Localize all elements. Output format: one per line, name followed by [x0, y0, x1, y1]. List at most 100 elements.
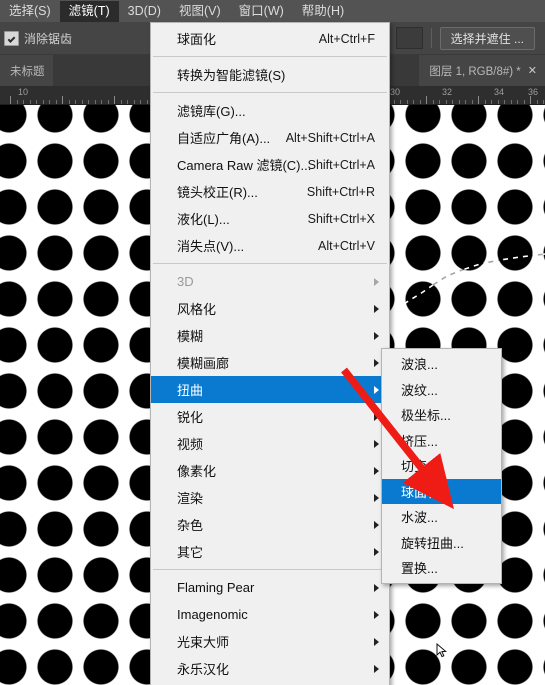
menu-item-label: Imagenomic [177, 607, 248, 622]
menu-separator [153, 569, 387, 570]
select-and-mask-button[interactable]: 选择并遮住 ... [439, 26, 535, 50]
menu-item[interactable]: 液化(L)... Shift+Ctrl+X [151, 205, 389, 232]
menu-item-shortcut: Shift+Ctrl+X [307, 211, 375, 226]
ruler-tick-minor [36, 100, 37, 104]
menu-item[interactable]: 模糊画廊 [151, 349, 389, 376]
menu-item-label: 锐化 [177, 410, 204, 425]
menu-item[interactable]: Flaming Pear [151, 574, 389, 601]
menu-item-label: 渲染 [177, 491, 204, 506]
ruler-tick-minor [121, 100, 122, 104]
ruler-tick-minor [537, 100, 538, 104]
menu-item-label: 杂色 [177, 518, 204, 533]
chevron-right-icon [374, 493, 379, 502]
menubar-item-view[interactable]: 视图(V) [170, 1, 230, 22]
menu-item-label: 其它 [177, 545, 204, 560]
menubar-item-select[interactable]: 选择(S) [0, 1, 60, 22]
menu-item[interactable]: 扭曲 [151, 376, 389, 403]
options-divider [430, 28, 432, 48]
menu-item-shortcut: Shift+Ctrl+A [307, 157, 375, 172]
menu-separator [153, 56, 387, 57]
menu-item[interactable]: 模糊 [151, 322, 389, 349]
submenu-item[interactable]: 球面化... [382, 478, 501, 504]
menu-item-shortcut: Alt+Ctrl+F [318, 31, 375, 46]
ruler-tick-minor [400, 100, 401, 104]
submenu-item-label: 切变... [401, 459, 438, 475]
menu-item[interactable]: 球面化 Alt+Ctrl+F [151, 25, 389, 52]
ruler-label: 10 [18, 87, 29, 97]
menu-item[interactable]: 转换为智能滤镜(S) [151, 61, 389, 88]
menu-item[interactable]: Camera Raw 滤镜(C)... Shift+Ctrl+A [151, 151, 389, 178]
menu-item[interactable]: 风格化 [151, 295, 389, 322]
ruler-tick-minor [491, 100, 492, 104]
menu-item-shortcut: Shift+Ctrl+R [306, 184, 375, 199]
ruler-tick-minor [69, 100, 70, 104]
ruler-label: 30 [390, 87, 401, 97]
menu-item-label: 转换为智能滤镜(S) [177, 68, 286, 83]
menubar-item-window[interactable]: 窗口(W) [230, 1, 293, 22]
ruler-label: 32 [442, 87, 453, 97]
menu-item[interactable]: 自适应广角(A)... Alt+Shift+Ctrl+A [151, 124, 389, 151]
chevron-right-icon [374, 664, 379, 673]
menu-item-label: 模糊画廊 [177, 356, 230, 371]
menu-item-label: Flaming Pear [177, 580, 255, 595]
ruler-tick-minor [446, 100, 447, 104]
submenu-item[interactable]: 极坐标... [382, 402, 501, 428]
menu-item[interactable]: 像素化 [151, 457, 389, 484]
menubar-item-help[interactable]: 帮助(H) [293, 1, 353, 22]
submenu-item[interactable]: 水波... [382, 504, 501, 530]
menu-separator [153, 263, 387, 264]
ruler-tick-minor [517, 100, 518, 104]
filter-menu[interactable]: 球面化 Alt+Ctrl+F 转换为智能滤镜(S) 滤镜库(G)... 自适应广角(A)… [150, 22, 390, 685]
submenu-item[interactable]: 挤压... [382, 428, 501, 454]
submenu-item[interactable]: 切变... [382, 453, 501, 479]
ruler-tick-major [62, 96, 63, 104]
antialias-checkbox[interactable] [4, 30, 19, 46]
menu-item-label: 3D [177, 274, 194, 289]
chevron-right-icon [374, 358, 379, 367]
menu-item[interactable]: 永乐汉化 [151, 655, 389, 682]
ruler-tick-minor [17, 100, 18, 104]
menu-item[interactable]: 其它 [151, 538, 389, 565]
chevron-right-icon [374, 547, 379, 556]
menu-item[interactable]: 渲染 [151, 484, 389, 511]
ruler-tick-minor [140, 100, 141, 104]
submenu-item[interactable]: 波浪... [382, 351, 501, 377]
submenu-item[interactable]: 置换... [382, 555, 501, 581]
menu-item[interactable]: Imagenomic [151, 601, 389, 628]
distort-submenu[interactable]: 波浪... 波纹... 极坐标... 挤压... 切变... 球面化... 水波... 旋转扭… [381, 348, 502, 584]
ruler-tick-minor [511, 100, 512, 104]
submenu-item-label: 波纹... [401, 382, 438, 398]
ruler-tick-minor [127, 100, 128, 104]
menu-item[interactable]: 锐化 [151, 403, 389, 430]
submenu-item[interactable]: 旋转扭曲... [382, 530, 501, 556]
menu-item-label: 光束大师 [177, 635, 230, 650]
document-tab[interactable]: 未标题 [0, 55, 53, 86]
ruler-tick-minor [543, 100, 544, 104]
ruler-tick-minor [504, 100, 505, 104]
ruler-tick-minor [465, 100, 466, 104]
ruler-tick-minor [88, 100, 89, 104]
menu-item[interactable]: 滤镜库(G)... [151, 97, 389, 124]
document-tab-right[interactable]: 图层 1, RGB/8#) * ✕ [419, 55, 545, 86]
ruler-tick-minor [82, 100, 83, 104]
chevron-right-icon [374, 385, 379, 394]
menu-item[interactable]: 视频 [151, 430, 389, 457]
menu-item: 3D [151, 268, 389, 295]
options-swatch-box[interactable] [395, 27, 423, 49]
menu-item-label: 像素化 [177, 464, 217, 479]
ruler-tick-minor [56, 100, 57, 104]
menu-item-label: 风格化 [177, 302, 217, 317]
ruler-tick-minor [439, 100, 440, 104]
ruler-tick-minor [30, 100, 31, 104]
menu-item[interactable]: 消失点(V)... Alt+Ctrl+V [151, 232, 389, 259]
mouse-cursor [436, 643, 447, 658]
submenu-item-label: 旋转扭曲... [401, 535, 464, 551]
menu-item[interactable]: 镜头校正(R)... Shift+Ctrl+R [151, 178, 389, 205]
ruler-tick-minor [407, 100, 408, 104]
menubar-item-filter[interactable]: 滤镜(T) [59, 0, 119, 22]
submenu-item[interactable]: 波纹... [382, 377, 501, 403]
menu-item[interactable]: 杂色 [151, 511, 389, 538]
menu-item[interactable]: 光束大师 [151, 628, 389, 655]
close-icon[interactable]: ✕ [528, 64, 537, 77]
menubar-item-3d[interactable]: 3D(D) [119, 1, 170, 22]
